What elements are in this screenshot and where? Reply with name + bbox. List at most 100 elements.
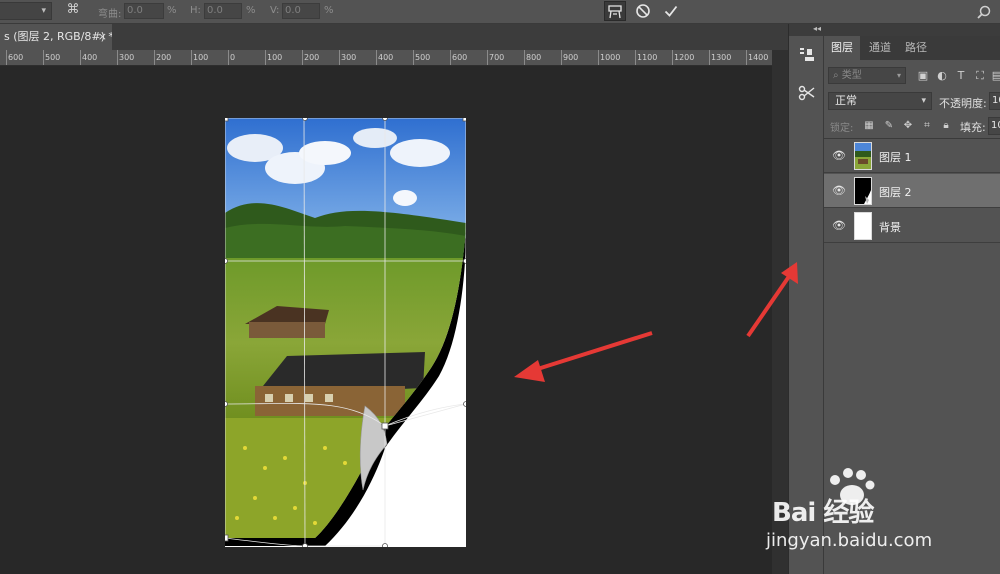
lock-artboard-icon[interactable]: ⌗ [920,119,934,133]
ruler-mark [487,50,488,65]
h-percent: % [246,5,256,16]
options-bar: ▾ ⌘ 弯曲: 0.0 % H: 0.0 % V: 0.0 % [0,0,1000,24]
ruler-mark [228,50,229,65]
document-tab[interactable]: s (图层 2, RGB/8#) * × [0,24,112,50]
ruler-tick-label: 600 [8,53,24,62]
warp-toggle-icon[interactable] [604,1,626,21]
ruler-mark [746,50,747,65]
opacity-label: 不透明度: [939,97,987,110]
watermark-brand: Bai 经验 [772,498,874,528]
lock-all-icon[interactable]: 🔒︎ [939,119,953,133]
watermark-url: jingyan.baidu.com [766,530,933,551]
kind-filter-value: 类型 [841,70,862,81]
ruler-mark [339,50,340,65]
ruler-tick-label: 1000 [600,53,621,62]
fill-input[interactable]: 100% [988,117,1000,135]
ruler-tick-label: 1200 [674,53,695,62]
h-label: H: [190,5,201,16]
layer-kind-filter[interactable]: ⌕ 类型 ▾ [828,67,906,84]
ruler-mark [43,50,44,65]
layer-thumbnail [854,212,872,240]
blend-mode-select[interactable]: 正常 ▾ [828,92,932,110]
ruler-tick-label: 100 [193,53,209,62]
blend-row: 正常 ▾ 不透明度: 100% [824,90,1000,112]
ruler-mark [524,50,525,65]
warp-mode-icon[interactable]: ⌘ [64,2,82,20]
ruler-tick-label: 800 [526,53,542,62]
checkmark-icon[interactable] [660,1,682,21]
tab-paths[interactable]: 路径 [898,36,934,60]
ruler-tick-label: 0 [230,53,236,62]
document-image[interactable] [225,118,466,547]
ruler-tick-label: 500 [415,53,431,62]
ruler-tick-label: 300 [341,53,357,62]
layer-name: 图层 1 [879,151,912,164]
adjustment-filter-icon[interactable]: ◐ [935,69,949,83]
bend-input[interactable]: 0.0 [124,3,164,19]
chevron-down-icon: ▾ [41,6,46,16]
ruler-tick-label: 200 [304,53,320,62]
ruler-tick-label: 500 [45,53,61,62]
pixel-filter-icon[interactable]: ▣ [916,69,930,83]
chevron-down-icon: ▾ [896,71,901,80]
ruler-mark [635,50,636,65]
v-input[interactable]: 0.0 [282,3,320,19]
collapse-icon[interactable]: ◂◂ [789,24,825,36]
warp-preset-select[interactable]: ▾ [0,2,52,20]
layer-row[interactable]: 👁︎ 背景 [824,209,1000,243]
layer-row[interactable]: 👁︎ 图层 2 [824,174,1000,208]
eye-icon[interactable]: 👁︎ [832,150,846,162]
panel-header-strip [824,24,1000,36]
clone-source-icon[interactable] [793,42,821,68]
bend-percent: % [167,5,177,16]
panel-tabs: 图层 通道 路径 [824,36,1000,60]
blend-mode-value: 正常 [835,94,857,107]
search-icon: ⌕ [833,70,842,81]
ruler-mark [709,50,710,65]
chevron-down-icon: ▾ [921,96,926,106]
ruler-mark [413,50,414,65]
tab-channels[interactable]: 通道 [862,36,898,60]
ruler-tick-label: 900 [563,53,579,62]
ruler-mark [154,50,155,65]
ruler-tick-label: 700 [489,53,505,62]
ruler-mark [598,50,599,65]
eye-icon[interactable]: 👁︎ [832,220,846,232]
type-filter-icon[interactable]: T [954,69,968,83]
ruler-tick-label: 1100 [637,53,658,62]
bend-label: 弯曲: [98,9,122,20]
document-tab-bar: s (图层 2, RGB/8#) * × [0,24,788,50]
ruler-mark [561,50,562,65]
ruler-tick-label: 1400 [748,53,769,62]
opacity-input[interactable]: 100% [989,92,1000,110]
tab-layers[interactable]: 图层 [824,36,860,60]
layer-name: 背景 [879,221,901,234]
horizontal-ruler: 600 500 400 300 200 100 0 100 200 300 400 500 600 700… [0,50,772,66]
lock-position-icon[interactable]: ✥ [901,119,915,133]
layer-row[interactable]: 👁︎ 图层 1 [824,139,1000,173]
ruler-mark [302,50,303,65]
ruler-mark [80,50,81,65]
layer-name: 图层 2 [879,186,912,199]
eye-icon[interactable]: 👁︎ [832,185,846,197]
ruler-mark [6,50,7,65]
ruler-mark [191,50,192,65]
document-tab-title: s (图层 2, RGB/8#) * [4,30,112,43]
close-icon[interactable]: × [98,24,107,50]
cancel-icon[interactable] [632,1,654,21]
search-icon[interactable] [976,2,994,20]
lock-pixels-icon[interactable]: ✎ [882,119,896,133]
shape-filter-icon[interactable]: ⛶ [973,69,987,83]
lock-transparency-icon[interactable]: ▦ [862,119,876,133]
ruler-mark [376,50,377,65]
ruler-mark [672,50,673,65]
fill-label: 填充: [960,121,986,134]
ruler-mark [450,50,451,65]
h-input[interactable]: 0.0 [204,3,242,19]
v-percent: % [324,5,334,16]
tool-presets-icon[interactable] [793,80,821,106]
ruler-tick-label: 200 [156,53,172,62]
ruler-tick-label: 400 [378,53,394,62]
smart-object-filter-icon[interactable]: ▤ [990,69,1000,83]
ruler-mark [265,50,266,65]
